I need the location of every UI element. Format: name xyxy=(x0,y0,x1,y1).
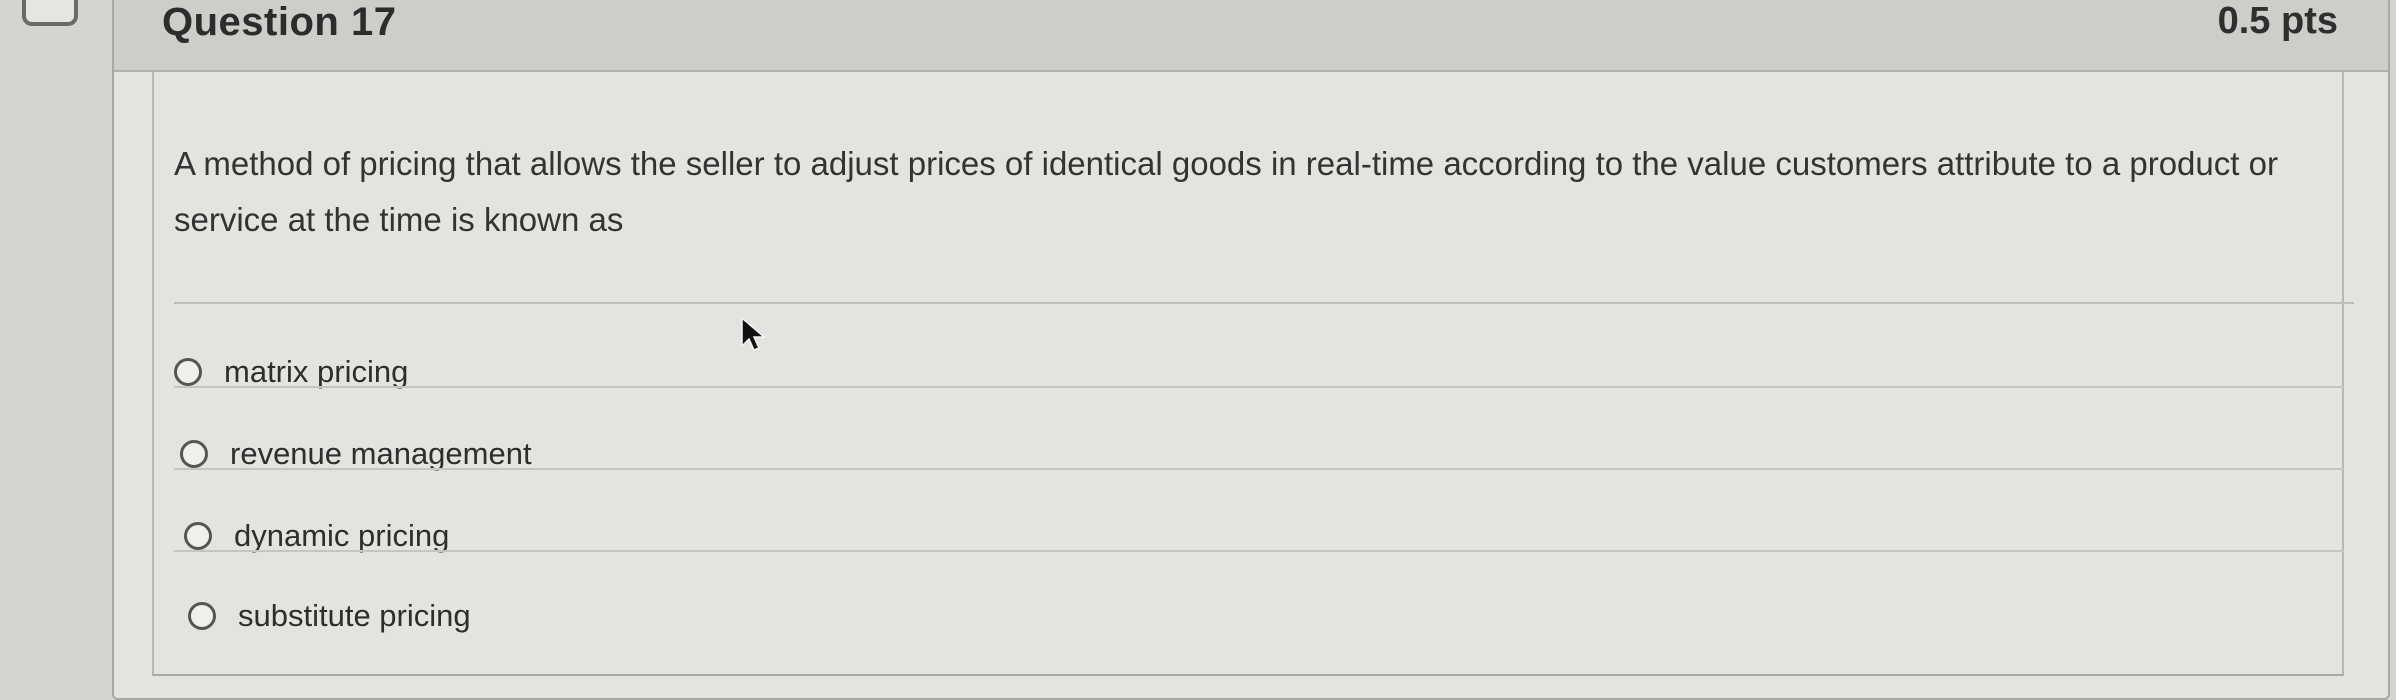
mouse-pointer-icon xyxy=(741,316,766,351)
answer-option[interactable]: substitute pricing xyxy=(188,576,471,656)
answer-separator xyxy=(174,550,2344,552)
question-header: Question 17 0.5 pts xyxy=(114,0,2388,72)
radio-button[interactable] xyxy=(180,440,208,468)
answer-label: substitute pricing xyxy=(238,598,471,633)
question-points: 0.5 pts xyxy=(2217,0,2338,42)
answer-label: dynamic pricing xyxy=(234,518,450,553)
answer-option[interactable]: revenue management xyxy=(180,414,532,494)
question-card: Question 17 0.5 pts A method of pricing … xyxy=(112,0,2390,700)
answer-separator xyxy=(174,386,2344,388)
question-title: Question 17 xyxy=(162,0,397,44)
answer-option[interactable]: matrix pricing xyxy=(174,332,408,412)
answer-label: revenue management xyxy=(230,436,532,471)
flag-question-icon[interactable] xyxy=(22,0,78,26)
answer-separator xyxy=(174,468,2344,470)
answer-label: matrix pricing xyxy=(224,354,409,389)
question-body: A method of pricing that allows the sell… xyxy=(152,72,2354,676)
radio-button[interactable] xyxy=(188,602,216,630)
radio-button[interactable] xyxy=(174,358,202,386)
radio-button[interactable] xyxy=(184,522,212,550)
question-text: A method of pricing that allows the sell… xyxy=(174,145,2278,238)
answer-option[interactable]: dynamic pricing xyxy=(184,496,449,576)
answers-divider xyxy=(174,302,2354,304)
